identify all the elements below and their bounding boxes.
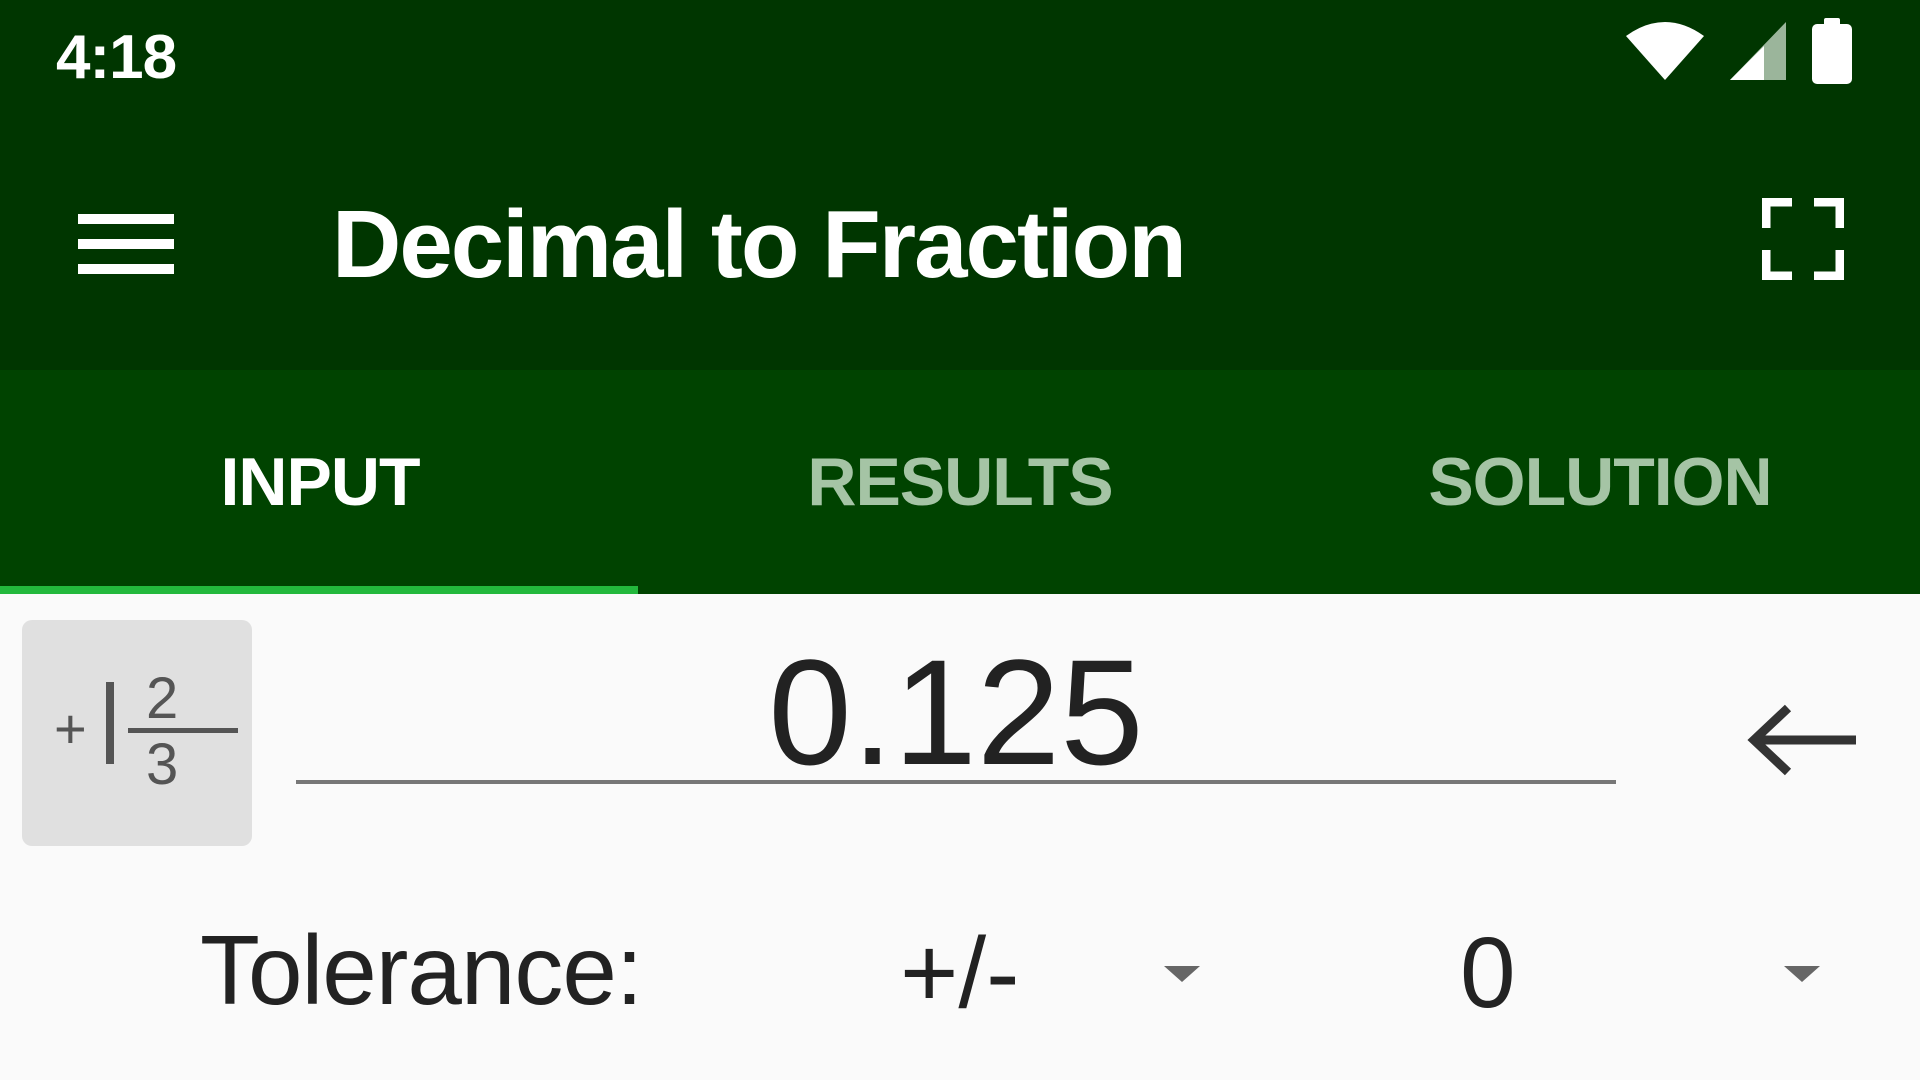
mixed-fraction-icon: + 2 3 — [54, 666, 238, 797]
tab-indicator — [0, 586, 638, 594]
tab-input[interactable]: INPUT — [0, 370, 640, 594]
tolerance-value: 0 — [1460, 916, 1516, 1029]
input-panel: + 2 3 Tolerance: +/- 0 — [0, 594, 1920, 1080]
wifi-icon — [1626, 22, 1704, 80]
tolerance-label: Tolerance: — [200, 915, 643, 1025]
chevron-down-icon — [1784, 966, 1820, 982]
tab-results-label: RESULTS — [807, 444, 1113, 520]
tab-results[interactable]: RESULTS — [640, 370, 1280, 594]
tolerance-sign-value: +/- — [900, 916, 1020, 1029]
tolerance-sign-dropdown[interactable]: +/- — [900, 908, 1210, 1038]
app-title: Decimal to Fraction — [332, 191, 1187, 298]
fullscreen-icon[interactable] — [1762, 198, 1844, 280]
status-time: 4:18 — [56, 23, 177, 92]
tab-solution[interactable]: SOLUTION — [1280, 370, 1920, 594]
fraction-denominator: 3 — [146, 732, 178, 797]
battery-icon — [1812, 18, 1852, 84]
cellular-signal-icon — [1730, 22, 1786, 80]
mixed-fraction-button[interactable]: + 2 3 — [22, 620, 252, 846]
app-bar: Decimal to Fraction — [0, 112, 1920, 370]
decimal-input[interactable] — [296, 644, 1616, 784]
tab-bar: INPUT RESULTS SOLUTION — [0, 370, 1920, 594]
status-icons — [1626, 18, 1852, 84]
chevron-down-icon — [1164, 966, 1200, 982]
tolerance-value-dropdown[interactable]: 0 — [1440, 908, 1820, 1038]
backspace-arrow-icon[interactable] — [1744, 700, 1864, 780]
tab-solution-label: SOLUTION — [1428, 444, 1772, 520]
status-bar: 4:18 — [0, 0, 1920, 112]
fraction-sign: + — [54, 697, 87, 760]
tab-input-label: INPUT — [220, 444, 421, 520]
fraction-numerator: 2 — [146, 666, 178, 731]
hamburger-menu-icon[interactable] — [78, 204, 174, 284]
